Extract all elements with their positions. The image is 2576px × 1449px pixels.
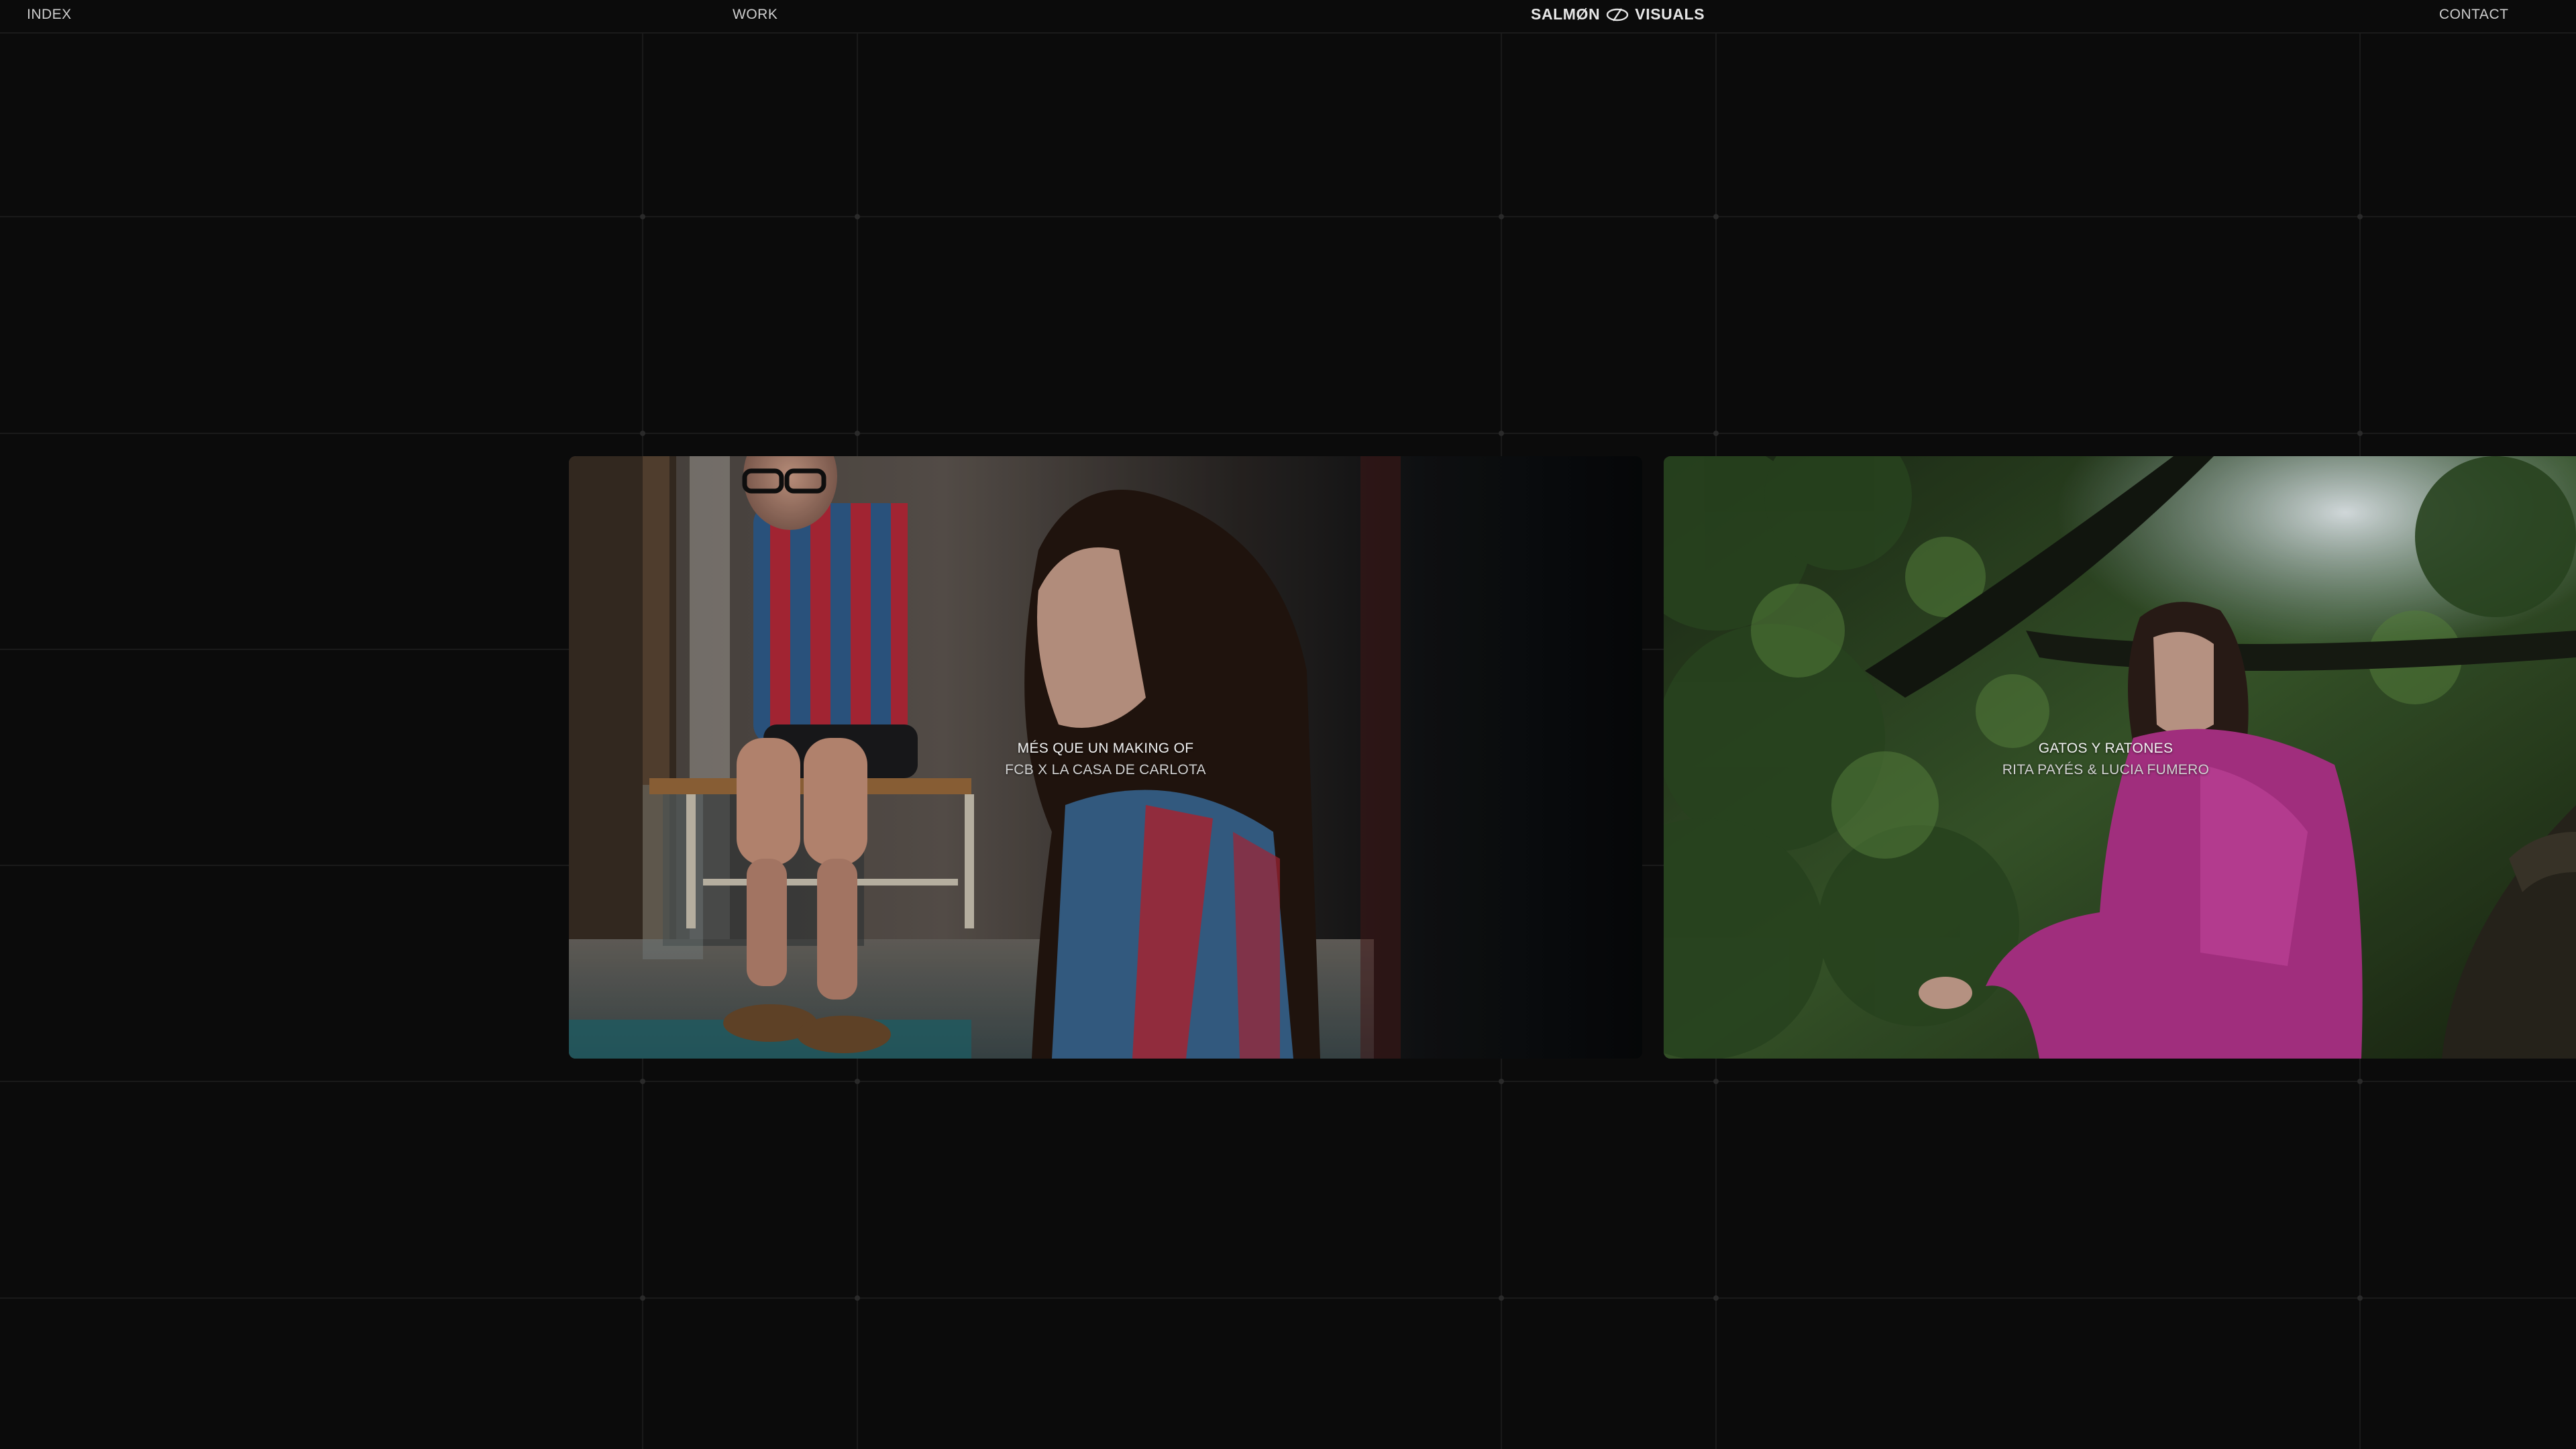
project-caption: GATOS Y RATONES RITA PAYÉS & LUCIA FUMER…	[1664, 738, 2548, 781]
project-subtitle: RITA PAYÉS & LUCIA FUMERO	[2002, 762, 2210, 777]
project-card-gatos-y-ratones[interactable]: GATOS Y RATONES RITA PAYÉS & LUCIA FUMER…	[1664, 456, 2576, 1059]
project-title: GATOS Y RATONES	[2038, 741, 2174, 756]
nav-contact-link[interactable]: CONTACT	[2439, 7, 2508, 23]
logo-right-text: VISUALS	[1635, 5, 1705, 23]
nav-work-link[interactable]: WORK	[733, 7, 777, 23]
top-nav-bar: INDEX WORK SALMØN VISUALS CONTACT	[0, 0, 2576, 34]
project-card-mes-que-un-making-of[interactable]: MÉS QUE UN MAKING OF FCB X LA CASA DE CA…	[569, 456, 1642, 1059]
logo-left-text: SALMØN	[1531, 5, 1601, 23]
nav-index-link[interactable]: INDEX	[27, 7, 72, 23]
brand-logo[interactable]: SALMØN VISUALS	[1531, 5, 1705, 23]
fish-logo-icon	[1607, 7, 1629, 21]
project-subtitle: FCB X LA CASA DE CARLOTA	[1005, 762, 1206, 777]
project-caption: MÉS QUE UN MAKING OF FCB X LA CASA DE CA…	[569, 738, 1642, 781]
project-title: MÉS QUE UN MAKING OF	[1017, 741, 1194, 756]
